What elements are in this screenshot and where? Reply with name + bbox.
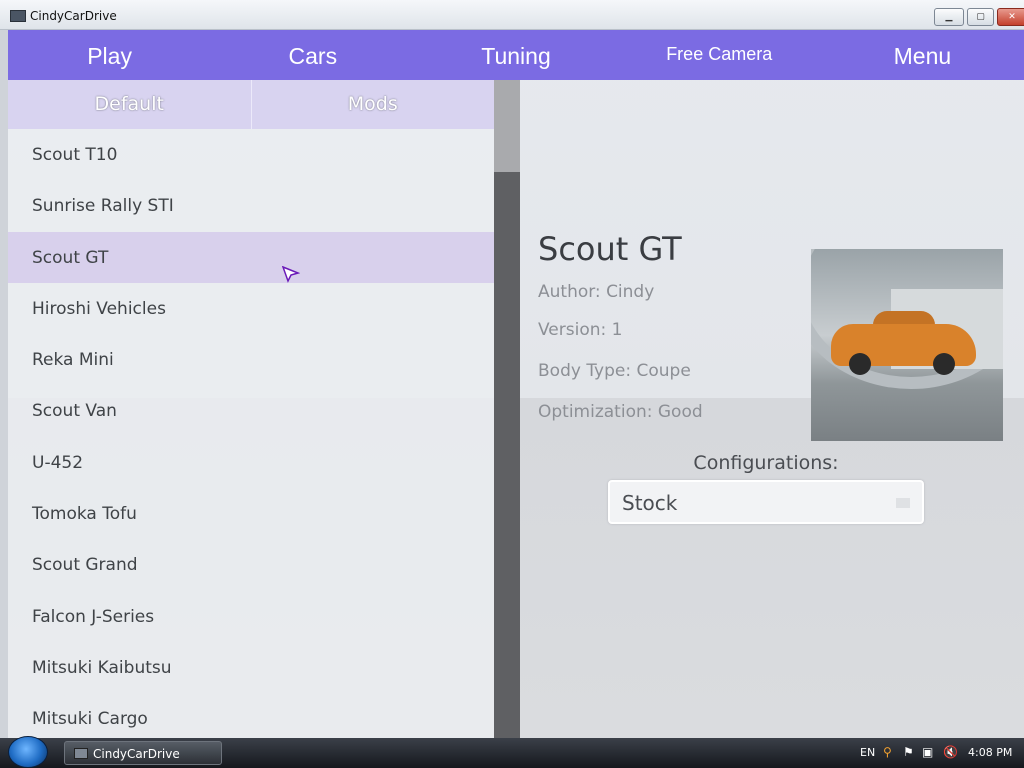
car-preview-image [811, 249, 1003, 441]
car-name: Scout GT [538, 230, 682, 268]
configuration-dropdown[interactable]: Stock [608, 480, 924, 524]
nav-free-camera[interactable]: Free Camera [618, 30, 821, 80]
search-icon[interactable]: ⚲ [883, 745, 897, 759]
volume-muted-icon[interactable]: 🔇 [943, 745, 958, 759]
car-list: Scout T10 Sunrise Rally STI Scout GT Hir… [8, 129, 494, 738]
app-icon [10, 10, 26, 22]
car-list-item[interactable]: Scout Van [8, 385, 494, 436]
car-list-item[interactable]: Mitsuki Kaibutsu [8, 642, 494, 693]
minimize-button[interactable]: ▁ [934, 8, 964, 26]
nav-tuning[interactable]: Tuning [414, 30, 617, 80]
car-list-item[interactable]: U-452 [8, 437, 494, 488]
configurations-label: Configurations: [693, 452, 839, 474]
car-list-item[interactable]: Mitsuki Cargo [8, 693, 494, 738]
language-indicator[interactable]: EN [860, 746, 875, 759]
window-titlebar: CindyCarDrive ▁ ▢ ✕ [0, 0, 1024, 30]
car-list-item[interactable]: Sunrise Rally STI [8, 180, 494, 231]
close-button[interactable]: ✕ [997, 8, 1024, 26]
start-button[interactable] [8, 736, 48, 768]
car-list-item-selected[interactable]: Scout GT [8, 231, 494, 283]
network-icon[interactable]: ▣ [922, 745, 936, 759]
nav-menu[interactable]: Menu [821, 30, 1024, 80]
car-list-panel: Default Mods Scout T10 Sunrise Rally STI… [8, 80, 494, 738]
tab-default[interactable]: Default [8, 80, 251, 129]
car-list-item[interactable]: Falcon J-Series [8, 591, 494, 642]
clock[interactable]: 4:08 PM [968, 746, 1012, 759]
car-optimization: Optimization: Good [538, 402, 703, 422]
scrollbar-thumb[interactable] [494, 80, 520, 172]
car-author: Author: Cindy [538, 282, 655, 302]
car-source-tabs: Default Mods [8, 80, 494, 129]
dropdown-arrow-icon [896, 498, 910, 508]
app-icon [74, 748, 88, 759]
top-nav: Play Cars Tuning Free Camera Menu [8, 30, 1024, 80]
car-list-item[interactable]: Reka Mini [8, 334, 494, 385]
car-list-scrollbar[interactable] [494, 80, 520, 738]
configuration-value: Stock [622, 491, 678, 515]
taskbar-app-button[interactable]: CindyCarDrive [64, 741, 222, 765]
car-detail-panel: Scout GT Author: Cindy Version: 1 Body T… [522, 80, 1024, 738]
car-list-item[interactable]: Scout T10 [8, 129, 494, 180]
maximize-button[interactable]: ▢ [967, 8, 994, 26]
nav-play[interactable]: Play [8, 30, 211, 80]
window-title: CindyCarDrive [30, 9, 117, 23]
mouse-cursor-icon [282, 266, 300, 283]
tab-mods[interactable]: Mods [250, 80, 495, 129]
car-list-item[interactable]: Scout Grand [8, 539, 494, 590]
car-body-type: Body Type: Coupe [538, 361, 691, 381]
car-list-item[interactable]: Tomoka Tofu [8, 488, 494, 539]
car-list-item[interactable]: Hiroshi Vehicles [8, 283, 494, 334]
flag-icon[interactable]: ⚑ [903, 745, 917, 759]
app-client-area: Play Cars Tuning Free Camera Menu Defaul… [8, 30, 1024, 738]
taskbar-app-label: CindyCarDrive [93, 747, 180, 761]
car-version: Version: 1 [538, 320, 623, 340]
nav-cars[interactable]: Cars [211, 30, 414, 80]
